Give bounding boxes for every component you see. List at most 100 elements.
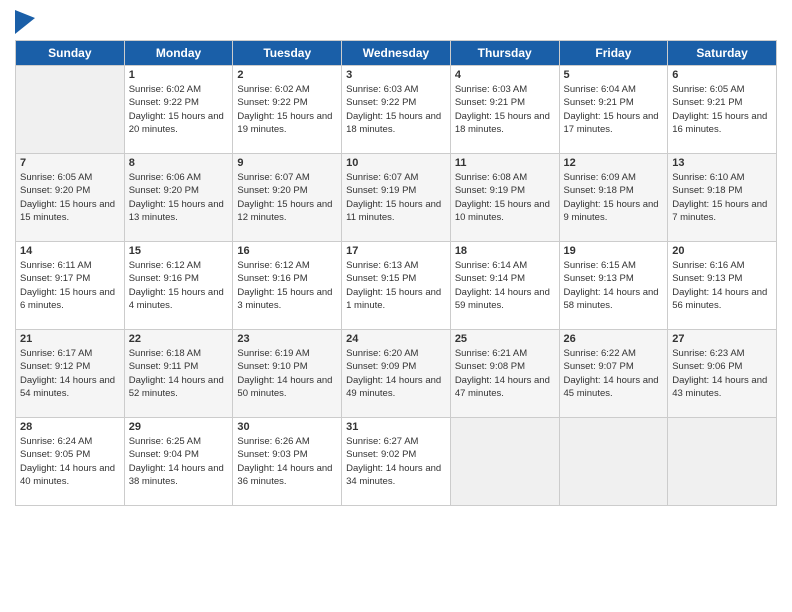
cell-info: Sunrise: 6:05 AMSunset: 9:20 PMDaylight:… xyxy=(20,171,120,224)
day-number: 28 xyxy=(20,421,120,433)
cell-info: Sunrise: 6:07 AMSunset: 9:19 PMDaylight:… xyxy=(346,171,446,224)
daylight: Daylight: 14 hours and 52 minutes. xyxy=(129,375,224,399)
day-number: 26 xyxy=(564,333,664,345)
sunrise: Sunrise: 6:03 AM xyxy=(455,84,527,95)
day-number: 10 xyxy=(346,157,446,169)
day-number: 5 xyxy=(564,69,664,81)
sunrise: Sunrise: 6:17 AM xyxy=(20,348,92,359)
cell-info: Sunrise: 6:17 AMSunset: 9:12 PMDaylight:… xyxy=(20,347,120,400)
daylight: Daylight: 14 hours and 38 minutes. xyxy=(129,463,224,487)
sunset: Sunset: 9:04 PM xyxy=(129,449,199,460)
daylight: Daylight: 14 hours and 34 minutes. xyxy=(346,463,441,487)
sunset: Sunset: 9:21 PM xyxy=(455,97,525,108)
day-number: 3 xyxy=(346,69,446,81)
sunrise: Sunrise: 6:21 AM xyxy=(455,348,527,359)
daylight: Daylight: 14 hours and 45 minutes. xyxy=(564,375,659,399)
day-number: 2 xyxy=(237,69,337,81)
calendar-week-4: 28 Sunrise: 6:24 AMSunset: 9:05 PMDayligh… xyxy=(16,418,777,506)
day-header-friday: Friday xyxy=(559,41,668,66)
sunrise: Sunrise: 6:02 AM xyxy=(237,84,309,95)
calendar-cell: 23Sunrise: 6:19 AMSunset: 9:10 PMDayligh… xyxy=(233,330,342,418)
day-number: 6 xyxy=(672,69,772,81)
cell-info: Sunrise: 6:12 AMSunset: 9:16 PMDaylight:… xyxy=(129,259,229,312)
daylight: Daylight: 15 hours and 17 minutes. xyxy=(564,111,659,135)
cell-info: Sunrise: 6:07 AMSunset: 9:20 PMDaylight:… xyxy=(237,171,337,224)
sunrise: Sunrise: 6:19 AM xyxy=(237,348,309,359)
calendar-cell: 26Sunrise: 6:22 AMSunset: 9:07 PMDayligh… xyxy=(559,330,668,418)
sunset: Sunset: 9:05 PM xyxy=(20,449,90,460)
calendar-cell: 4Sunrise: 6:03 AMSunset: 9:21 PMDaylight… xyxy=(450,66,559,154)
sunrise: Sunrise: 6:07 AM xyxy=(237,172,309,183)
daylight: Daylight: 14 hours and 50 minutes. xyxy=(237,375,332,399)
sunset: Sunset: 9:18 PM xyxy=(564,185,634,196)
cell-info: Sunrise: 6:15 AMSunset: 9:13 PMDaylight:… xyxy=(564,259,664,312)
calendar-cell: 27Sunrise: 6:23 AMSunset: 9:06 PMDayligh… xyxy=(668,330,777,418)
sunset: Sunset: 9:17 PM xyxy=(20,273,90,284)
cell-info: Sunrise: 6:16 AMSunset: 9:13 PMDaylight:… xyxy=(672,259,772,312)
calendar-cell: 5 Sunrise: 6:04 AM Sunset: 9:21 PM Daylight… xyxy=(559,66,668,154)
daylight: Daylight: 14 hours and 40 minutes. xyxy=(20,463,115,487)
sunset: Sunset: 9:15 PM xyxy=(346,273,416,284)
daylight: Daylight: 14 hours and 59 minutes. xyxy=(455,287,550,311)
cell-info: Sunrise: 6:21 AMSunset: 9:08 PMDaylight:… xyxy=(455,347,555,400)
sunset: Sunset: 9:19 PM xyxy=(455,185,525,196)
calendar-cell xyxy=(668,418,777,506)
calendar-cell: 16Sunrise: 6:12 AMSunset: 9:16 PMDayligh… xyxy=(233,242,342,330)
calendar-cell: 7Sunrise: 6:05 AMSunset: 9:20 PMDaylight… xyxy=(16,154,125,242)
cell-info: Sunrise: 6:14 AMSunset: 9:14 PMDaylight:… xyxy=(455,259,555,312)
sunrise: Sunrise: 6:20 AM xyxy=(346,348,418,359)
daylight: Daylight: 15 hours and 1 minute. xyxy=(346,287,441,311)
sunset: Sunset: 9:03 PM xyxy=(237,449,307,460)
sunset: Sunset: 9:06 PM xyxy=(672,361,742,372)
sunrise: Sunrise: 6:25 AM xyxy=(129,436,201,447)
calendar-cell: 12Sunrise: 6:09 AMSunset: 9:18 PMDayligh… xyxy=(559,154,668,242)
sunrise: Sunrise: 6:16 AM xyxy=(672,260,744,271)
calendar-week-1: 7Sunrise: 6:05 AMSunset: 9:20 PMDaylight… xyxy=(16,154,777,242)
calendar-cell: 6Sunrise: 6:05 AMSunset: 9:21 PMDaylight… xyxy=(668,66,777,154)
daylight: Daylight: 15 hours and 18 minutes. xyxy=(346,111,441,135)
daylight: Daylight: 15 hours and 6 minutes. xyxy=(20,287,115,311)
cell-info: Sunrise: 6:24 AMSunset: 9:05 PMDaylight:… xyxy=(20,435,120,488)
sunrise: Sunrise: 6:23 AM xyxy=(672,348,744,359)
daylight: Daylight: 14 hours and 49 minutes. xyxy=(346,375,441,399)
cell-info: Sunrise: 6:23 AMSunset: 9:06 PMDaylight:… xyxy=(672,347,772,400)
calendar-cell: 8Sunrise: 6:06 AMSunset: 9:20 PMDaylight… xyxy=(124,154,233,242)
day-number: 11 xyxy=(455,157,555,169)
sunrise: Sunrise: 6:04 AM xyxy=(564,84,636,95)
sunset: Sunset: 9:02 PM xyxy=(346,449,416,460)
day-number: 14 xyxy=(20,245,120,257)
day-number: 27 xyxy=(672,333,772,345)
calendar-cell: 11Sunrise: 6:08 AMSunset: 9:19 PMDayligh… xyxy=(450,154,559,242)
logo-icon xyxy=(15,10,35,34)
calendar-week-0: 1Sunrise: 6:02 AMSunset: 9:22 PMDaylight… xyxy=(16,66,777,154)
sunrise: Sunrise: 6:27 AM xyxy=(346,436,418,447)
calendar-cell: 25Sunrise: 6:21 AMSunset: 9:08 PMDayligh… xyxy=(450,330,559,418)
daylight: Daylight: 15 hours and 4 minutes. xyxy=(129,287,224,311)
daylight: Daylight: 15 hours and 18 minutes. xyxy=(455,111,550,135)
cell-info: Sunrise: 6:20 AMSunset: 9:09 PMDaylight:… xyxy=(346,347,446,400)
header-row: SundayMondayTuesdayWednesdayThursdayFrid… xyxy=(16,41,777,66)
sunset: Sunset: 9:21 PM xyxy=(672,97,742,108)
day-number: 22 xyxy=(129,333,229,345)
daylight: Daylight: 14 hours and 54 minutes. xyxy=(20,375,115,399)
calendar-cell: 20Sunrise: 6:16 AMSunset: 9:13 PMDayligh… xyxy=(668,242,777,330)
day-number: 19 xyxy=(564,245,664,257)
calendar-cell: 3Sunrise: 6:03 AMSunset: 9:22 PMDaylight… xyxy=(342,66,451,154)
calendar-cell xyxy=(450,418,559,506)
calendar-table: SundayMondayTuesdayWednesdayThursdayFrid… xyxy=(15,40,777,506)
cell-info: Sunrise: 6:25 AM Sunset: 9:04 PM Daylight:… xyxy=(129,435,229,488)
sunrise: Sunrise: 6:06 AM xyxy=(129,172,201,183)
calendar-cell: 13Sunrise: 6:10 AMSunset: 9:18 PMDayligh… xyxy=(668,154,777,242)
day-header-monday: Monday xyxy=(124,41,233,66)
calendar-week-2: 14Sunrise: 6:11 AMSunset: 9:17 PMDayligh… xyxy=(16,242,777,330)
cell-info: Sunrise: 6:06 AMSunset: 9:20 PMDaylight:… xyxy=(129,171,229,224)
header xyxy=(15,10,777,34)
calendar-cell: 10 Sunrise: 6:07 AMSunset: 9:19 PMDayligh… xyxy=(342,154,451,242)
sunset: Sunset: 9:22 PM xyxy=(346,97,416,108)
sunset: Sunset: 9:11 PM xyxy=(129,361,199,372)
daylight: Daylight: 14 hours and 56 minutes. xyxy=(672,287,767,311)
cell-info: Sunrise: 6:19 AMSunset: 9:10 PMDaylight:… xyxy=(237,347,337,400)
sunset: Sunset: 9:21 PM xyxy=(564,97,634,108)
calendar-cell: 28 Sunrise: 6:24 AMSunset: 9:05 PMDayligh… xyxy=(16,418,125,506)
daylight: Daylight: 15 hours and 20 minutes. xyxy=(129,111,224,135)
